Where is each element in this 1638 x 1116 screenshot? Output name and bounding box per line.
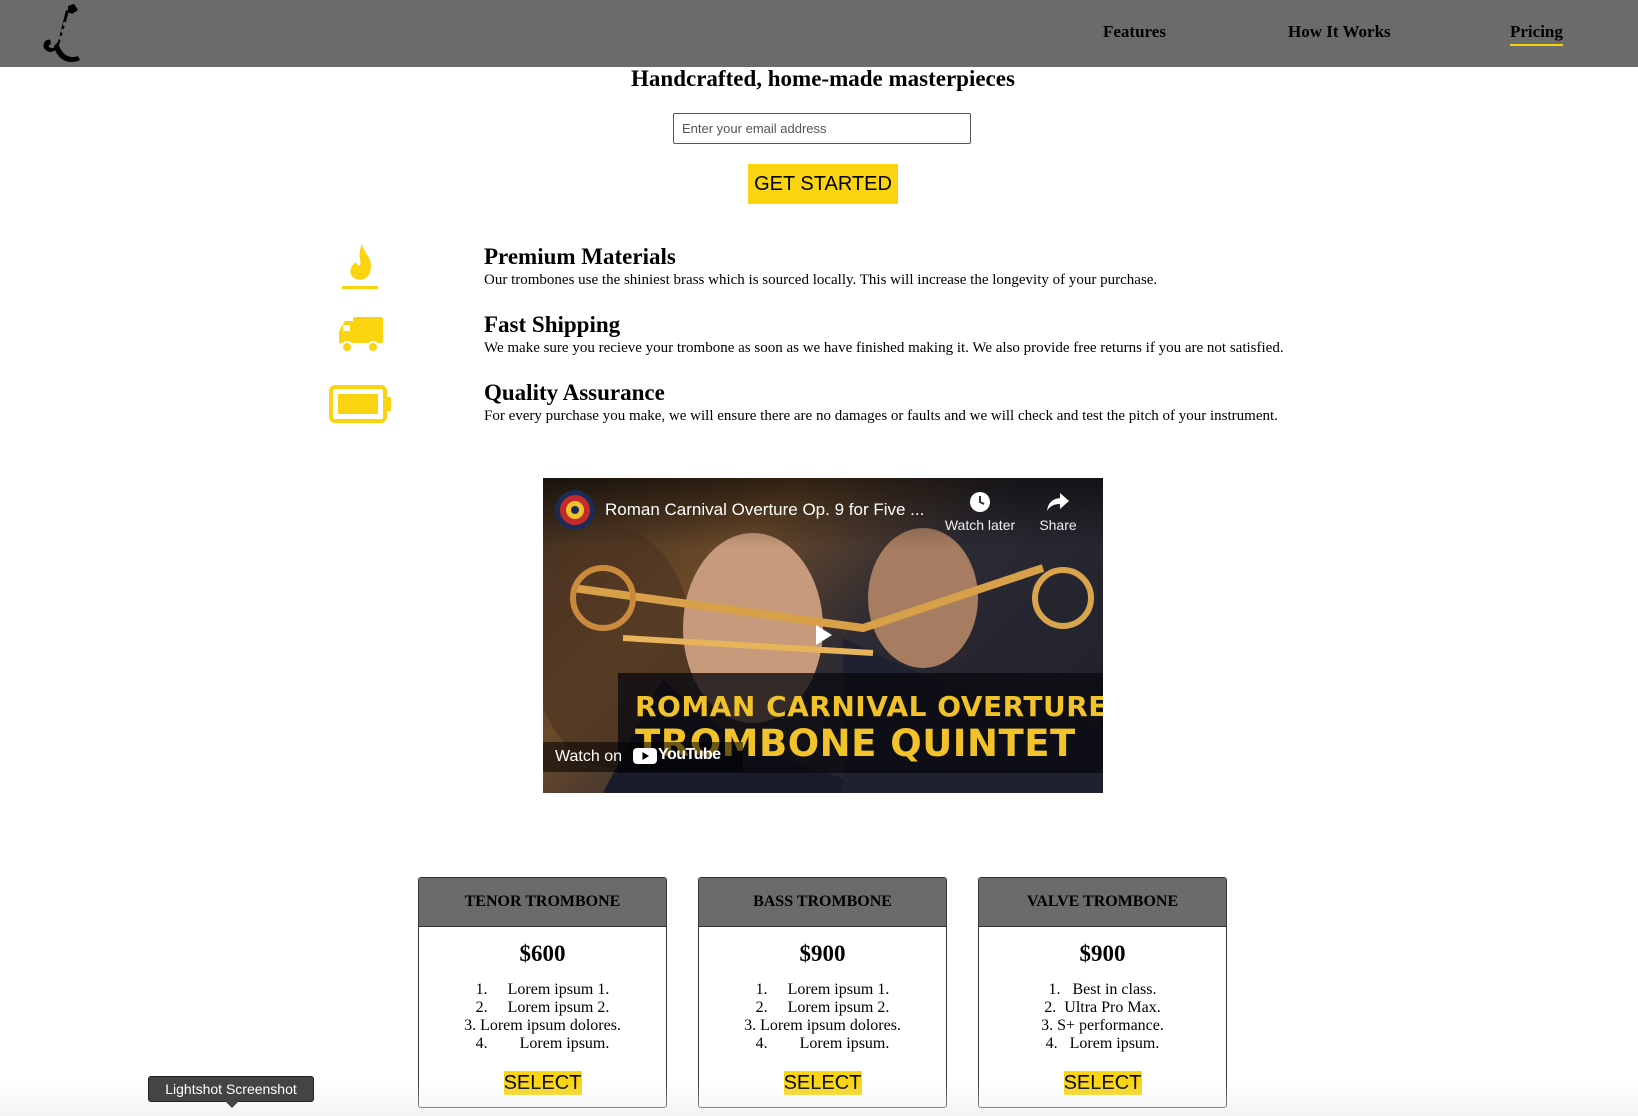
list-item: 4. Lorem ipsum. <box>1045 1035 1160 1052</box>
clock-icon <box>970 492 990 512</box>
nav-link-how-it-works[interactable]: How It Works <box>1288 22 1391 42</box>
get-started-button[interactable]: GET STARTED <box>748 164 898 204</box>
youtube-video-embed[interactable]: Roman Carnival Overture Op. 9 for Five .… <box>543 478 1103 793</box>
feature-text-premium-materials: Our trombones use the shiniest brass whi… <box>484 272 1158 288</box>
feature-title-fast-shipping: Fast Shipping <box>484 312 621 337</box>
list-item: 2. Lorem ipsum 2. <box>755 999 890 1016</box>
watch-on-youtube-link[interactable]: Watch on YouTube <box>543 742 743 772</box>
top-navbar: Features How It Works Pricing <box>0 0 1638 67</box>
share-arrow-icon <box>1047 493 1069 511</box>
flame-icon <box>342 244 378 289</box>
hero-title: Handcrafted, home-made masterpieces <box>631 66 1015 91</box>
list-item: 3. Lorem ipsum dolores. <box>744 1017 901 1034</box>
list-item: 3. S+ performance. <box>1041 1017 1164 1034</box>
play-icon[interactable] <box>805 620 841 650</box>
watch-later-label: Watch later <box>944 517 1016 533</box>
share-label: Share <box>1039 517 1077 533</box>
pricing-card-features: 1. Lorem ipsum 1. 2. Lorem ipsum 2. 3. L… <box>419 981 666 1053</box>
watch-later-button[interactable]: Watch later <box>940 490 1020 533</box>
list-item: 1. Best in class. <box>1048 981 1157 998</box>
list-item: 2. Lorem ipsum 2. <box>475 999 610 1016</box>
lightshot-tooltip: Lightshot Screenshot <box>148 1076 314 1102</box>
list-item: 1. Lorem ipsum 1. <box>755 981 890 998</box>
youtube-logo-icon <box>633 748 657 764</box>
list-item: 1. Lorem ipsum 1. <box>475 981 610 998</box>
channel-emblem-icon <box>560 495 590 525</box>
pricing-card-tenor: TENOR TROMBONE $600 1. Lorem ipsum 1. 2.… <box>418 877 667 1108</box>
saxophone-icon[interactable] <box>38 2 84 64</box>
nav-link-pricing[interactable]: Pricing <box>1510 22 1563 46</box>
youtube-wordmark: YouTube <box>658 746 721 763</box>
pricing-card-price: $900 <box>1079 941 1126 966</box>
watch-on-label: Watch on <box>555 748 622 765</box>
list-item: 2. Ultra Pro Max. <box>1044 999 1161 1016</box>
feature-title-premium-materials: Premium Materials <box>484 244 676 269</box>
feature-text-quality-assurance: For every purchase you make, we will ens… <box>484 408 1278 424</box>
pricing-card-valve: VALVE TROMBONE $900 1. Best in class. 2.… <box>978 877 1227 1108</box>
battery-full-icon <box>329 385 391 423</box>
email-input[interactable] <box>673 113 971 144</box>
pricing-card-bass: BASS TROMBONE $900 1. Lorem ipsum 1. 2. … <box>698 877 947 1108</box>
pricing-card-price: $900 <box>799 941 846 966</box>
pricing-card-price: $600 <box>519 941 566 966</box>
list-item: 4. Lorem ipsum. <box>475 1035 610 1052</box>
list-item: 3. Lorem ipsum dolores. <box>464 1017 621 1034</box>
video-title[interactable]: Roman Carnival Overture Op. 9 for Five .… <box>605 500 935 520</box>
feature-title-quality-assurance: Quality Assurance <box>484 380 665 405</box>
pricing-card-features: 1. Lorem ipsum 1. 2. Lorem ipsum 2. 3. L… <box>699 981 946 1053</box>
tooltip-arrow-icon <box>225 1101 239 1108</box>
list-item: 4. Lorem ipsum. <box>755 1035 890 1052</box>
pricing-card-features: 1. Best in class. 2. Ultra Pro Max. 3. S… <box>979 981 1226 1053</box>
truck-icon <box>339 317 383 353</box>
nav-link-features[interactable]: Features <box>1103 22 1166 42</box>
share-button[interactable]: Share <box>1033 490 1083 533</box>
channel-avatar[interactable] <box>555 490 595 530</box>
pricing-card-title: VALVE TROMBONE <box>979 878 1226 927</box>
banner-line-1: ROMAN CARNIVAL OVERTURE <box>635 690 1103 723</box>
feature-text-fast-shipping: We make sure you recieve your trombone a… <box>484 340 1284 356</box>
pricing-card-title: TENOR TROMBONE <box>419 878 666 927</box>
pricing-card-title: BASS TROMBONE <box>699 878 946 927</box>
